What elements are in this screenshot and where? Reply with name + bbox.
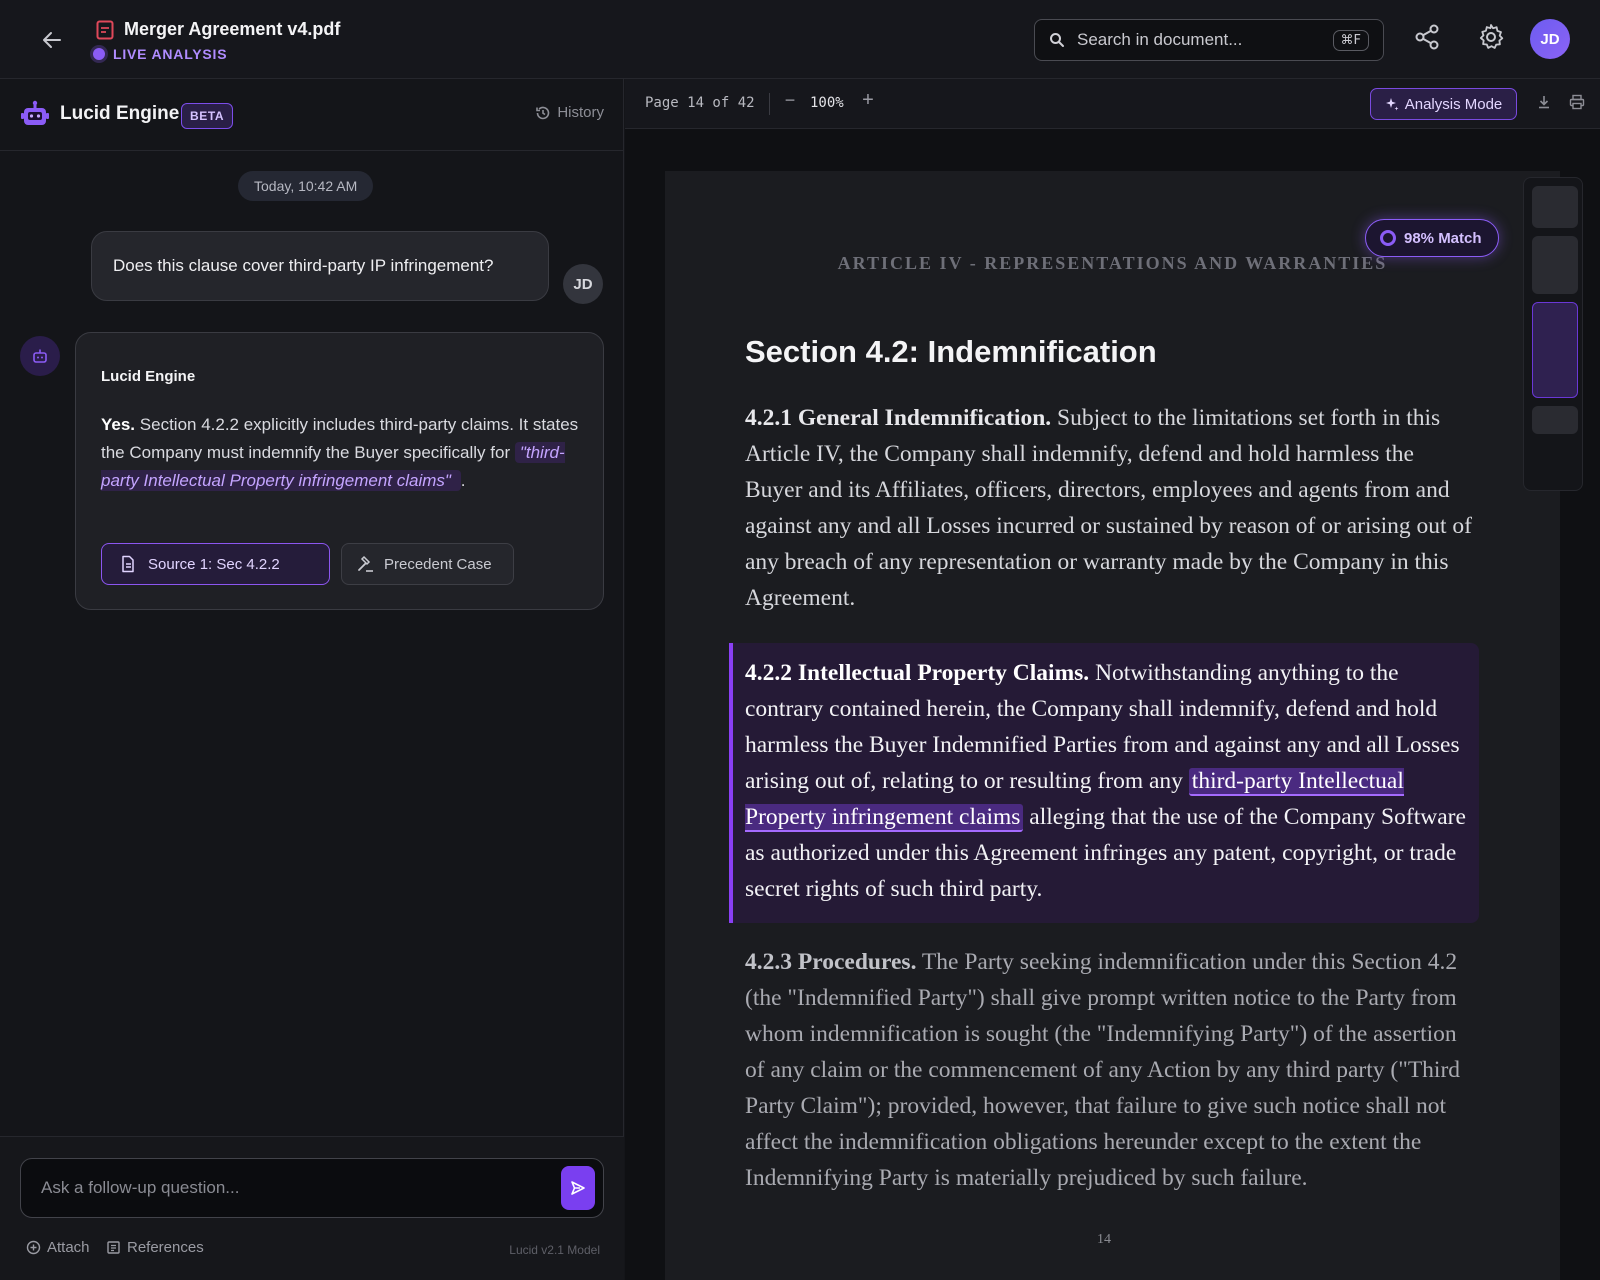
history-label: History — [557, 104, 604, 121]
model-version-label: Lucid v2.1 Model — [509, 1243, 600, 1257]
follow-up-input[interactable] — [41, 1178, 561, 1198]
composer-area: Attach References Lucid v2.1 Model — [0, 1136, 624, 1280]
answer-end: . — [460, 471, 466, 490]
page-thumbnail[interactable] — [1532, 236, 1578, 294]
answer-lead: Yes. — [101, 415, 136, 434]
clause-4-2-3: 4.2.3 Procedures. The Party seeking inde… — [745, 944, 1475, 1196]
robot-icon — [21, 100, 49, 125]
download-button[interactable] — [1535, 93, 1555, 113]
references-button[interactable]: References — [106, 1239, 204, 1256]
answer-author: Lucid Engine — [101, 368, 196, 385]
clause-heading: 4.2.1 General Indemnification. — [745, 405, 1052, 431]
document-title: Merger Agreement v4.pdf — [124, 19, 341, 39]
document-page: ARTICLE IV - REPRESENTATIONS AND WARRANT… — [665, 171, 1560, 1280]
assistant-answer-card: Lucid Engine Yes. Section 4.2.2 explicit… — [75, 332, 604, 610]
send-icon — [571, 1181, 585, 1195]
plus-circle-icon — [26, 1240, 41, 1255]
bot-avatar — [20, 336, 60, 376]
match-score-label: 98% Match — [1404, 229, 1482, 247]
user-avatar[interactable]: JD — [1530, 19, 1570, 59]
robot-icon — [33, 349, 47, 363]
back-arrow-icon — [43, 32, 61, 48]
chat-timestamp: Today, 10:42 AM — [238, 171, 374, 201]
clause-heading: 4.2.3 Procedures. — [745, 949, 917, 975]
history-icon — [536, 106, 550, 119]
source-citation-label: Source 1: Sec 4.2.2 — [148, 555, 280, 573]
precedent-case-label: Precedent Case — [384, 555, 492, 573]
engine-name: Lucid Engine — [60, 103, 180, 124]
assistant-header: Lucid Engine BETA History — [0, 79, 624, 151]
send-button[interactable] — [561, 1166, 595, 1210]
assistant-panel: Lucid Engine BETA History Today, 10:42 A… — [0, 79, 624, 1280]
attach-label: Attach — [47, 1239, 90, 1256]
page-number: 14 — [1097, 1232, 1111, 1247]
clause-4-2-1: 4.2.1 General Indemnification. Subject t… — [745, 400, 1475, 616]
page-thumbnail[interactable] — [1532, 406, 1578, 434]
clause-heading: 4.2.2 Intellectual Property Claims. — [745, 660, 1090, 686]
answer-text: Yes. Section 4.2.2 explicitly includes t… — [101, 411, 579, 495]
search-box[interactable]: ⌘F — [1034, 19, 1384, 61]
page-thumbnail-strip — [1523, 177, 1583, 491]
section-title: Section 4.2: Indemnification — [745, 334, 1157, 369]
composer-box[interactable] — [20, 1158, 604, 1218]
zoom-in-button[interactable]: + — [856, 89, 880, 115]
viewer-toolbar: Page 14 of 42 − 100% + Analysis Mode — [625, 79, 1600, 129]
clause-body: The Party seeking indemnification under … — [745, 949, 1461, 1191]
live-analysis-label: LIVE ANALYSIS — [113, 46, 228, 62]
zoom-out-button[interactable]: − — [778, 90, 802, 116]
document-icon — [122, 555, 134, 573]
beta-badge: BETA — [181, 103, 234, 129]
references-label: References — [127, 1239, 204, 1256]
live-dot-icon — [93, 48, 105, 60]
history-button[interactable]: History — [535, 104, 604, 121]
live-analysis-status: LIVE ANALYSIS — [93, 46, 227, 62]
precedent-case-button[interactable]: Precedent Case — [341, 543, 514, 585]
match-ring-icon — [1380, 230, 1396, 246]
search-icon — [1050, 33, 1064, 47]
sparkle-icon — [1385, 98, 1399, 111]
user-message: Does this clause cover third-party IP in… — [91, 231, 549, 301]
answer-body: Section 4.2.2 explicitly includes third-… — [101, 415, 579, 462]
analysis-mode-label: Analysis Mode — [1404, 95, 1503, 113]
top-bar: Merger Agreement v4.pdf LIVE ANALYSIS ⌘F… — [0, 0, 1600, 79]
clause-body: Subject to the limitations set forth in … — [745, 405, 1473, 611]
attach-button[interactable]: Attach — [26, 1239, 90, 1256]
analysis-mode-button[interactable]: Analysis Mode — [1370, 88, 1517, 120]
back-button[interactable] — [38, 26, 66, 54]
match-score-badge: 98% Match — [1365, 219, 1499, 257]
page-indicator: Page 14 of 42 — [645, 95, 755, 111]
pdf-file-icon — [96, 20, 114, 40]
share-button[interactable] — [1412, 22, 1442, 52]
page-thumbnail[interactable] — [1532, 186, 1578, 228]
source-citation-button[interactable]: Source 1: Sec 4.2.2 — [101, 543, 330, 585]
download-icon — [1539, 96, 1549, 109]
zoom-level: 100% — [810, 95, 844, 111]
search-input[interactable] — [1077, 30, 1333, 50]
document-viewer: Page 14 of 42 − 100% + Analysis Mode ART… — [625, 79, 1600, 1280]
settings-button[interactable] — [1476, 22, 1506, 52]
gear-icon — [1479, 24, 1504, 49]
share-icon — [1415, 24, 1439, 50]
gavel-icon — [358, 555, 373, 572]
book-icon — [107, 1241, 120, 1254]
page-thumbnail-current[interactable] — [1532, 302, 1578, 398]
user-message-avatar: JD — [563, 264, 603, 304]
printer-icon — [1569, 94, 1585, 110]
toolbar-divider — [769, 93, 770, 115]
search-shortcut-hint: ⌘F — [1332, 29, 1369, 51]
print-button[interactable] — [1568, 93, 1588, 113]
clause-4-2-2: 4.2.2 Intellectual Property Claims. Notw… — [745, 655, 1470, 907]
